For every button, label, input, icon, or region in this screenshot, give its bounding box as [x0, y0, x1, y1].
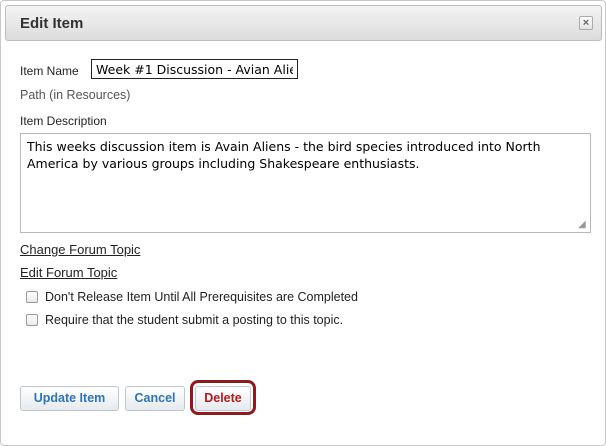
resize-grip-icon[interactable]: ◢	[578, 220, 589, 231]
item-name-input[interactable]	[91, 59, 298, 79]
item-description-textarea[interactable]: This weeks discussion item is Avain Alie…	[20, 133, 591, 233]
cancel-button[interactable]: Cancel	[125, 386, 185, 411]
require-posting-checkbox[interactable]	[26, 314, 38, 326]
edit-forum-topic-link[interactable]: Edit Forum Topic	[20, 265, 117, 280]
delete-button[interactable]: Delete	[195, 386, 251, 411]
item-description-label: Item Description	[20, 114, 107, 128]
item-name-label: Item Name	[20, 64, 79, 78]
update-item-button[interactable]: Update Item	[20, 386, 119, 411]
dialog-titlebar: Edit Item ×	[5, 5, 602, 41]
prerequisites-checkbox[interactable]	[26, 291, 38, 303]
edit-item-dialog: Edit Item × Item Name Path (in Resources…	[0, 0, 606, 446]
prerequisites-label: Don't Release Item Until All Prerequisit…	[45, 290, 358, 304]
path-label: Path (in Resources)	[20, 88, 131, 102]
close-icon[interactable]: ×	[579, 16, 593, 30]
change-forum-topic-link[interactable]: Change Forum Topic	[20, 242, 140, 257]
dialog-title: Edit Item	[20, 15, 84, 32]
require-posting-label: Require that the student submit a postin…	[45, 313, 344, 327]
